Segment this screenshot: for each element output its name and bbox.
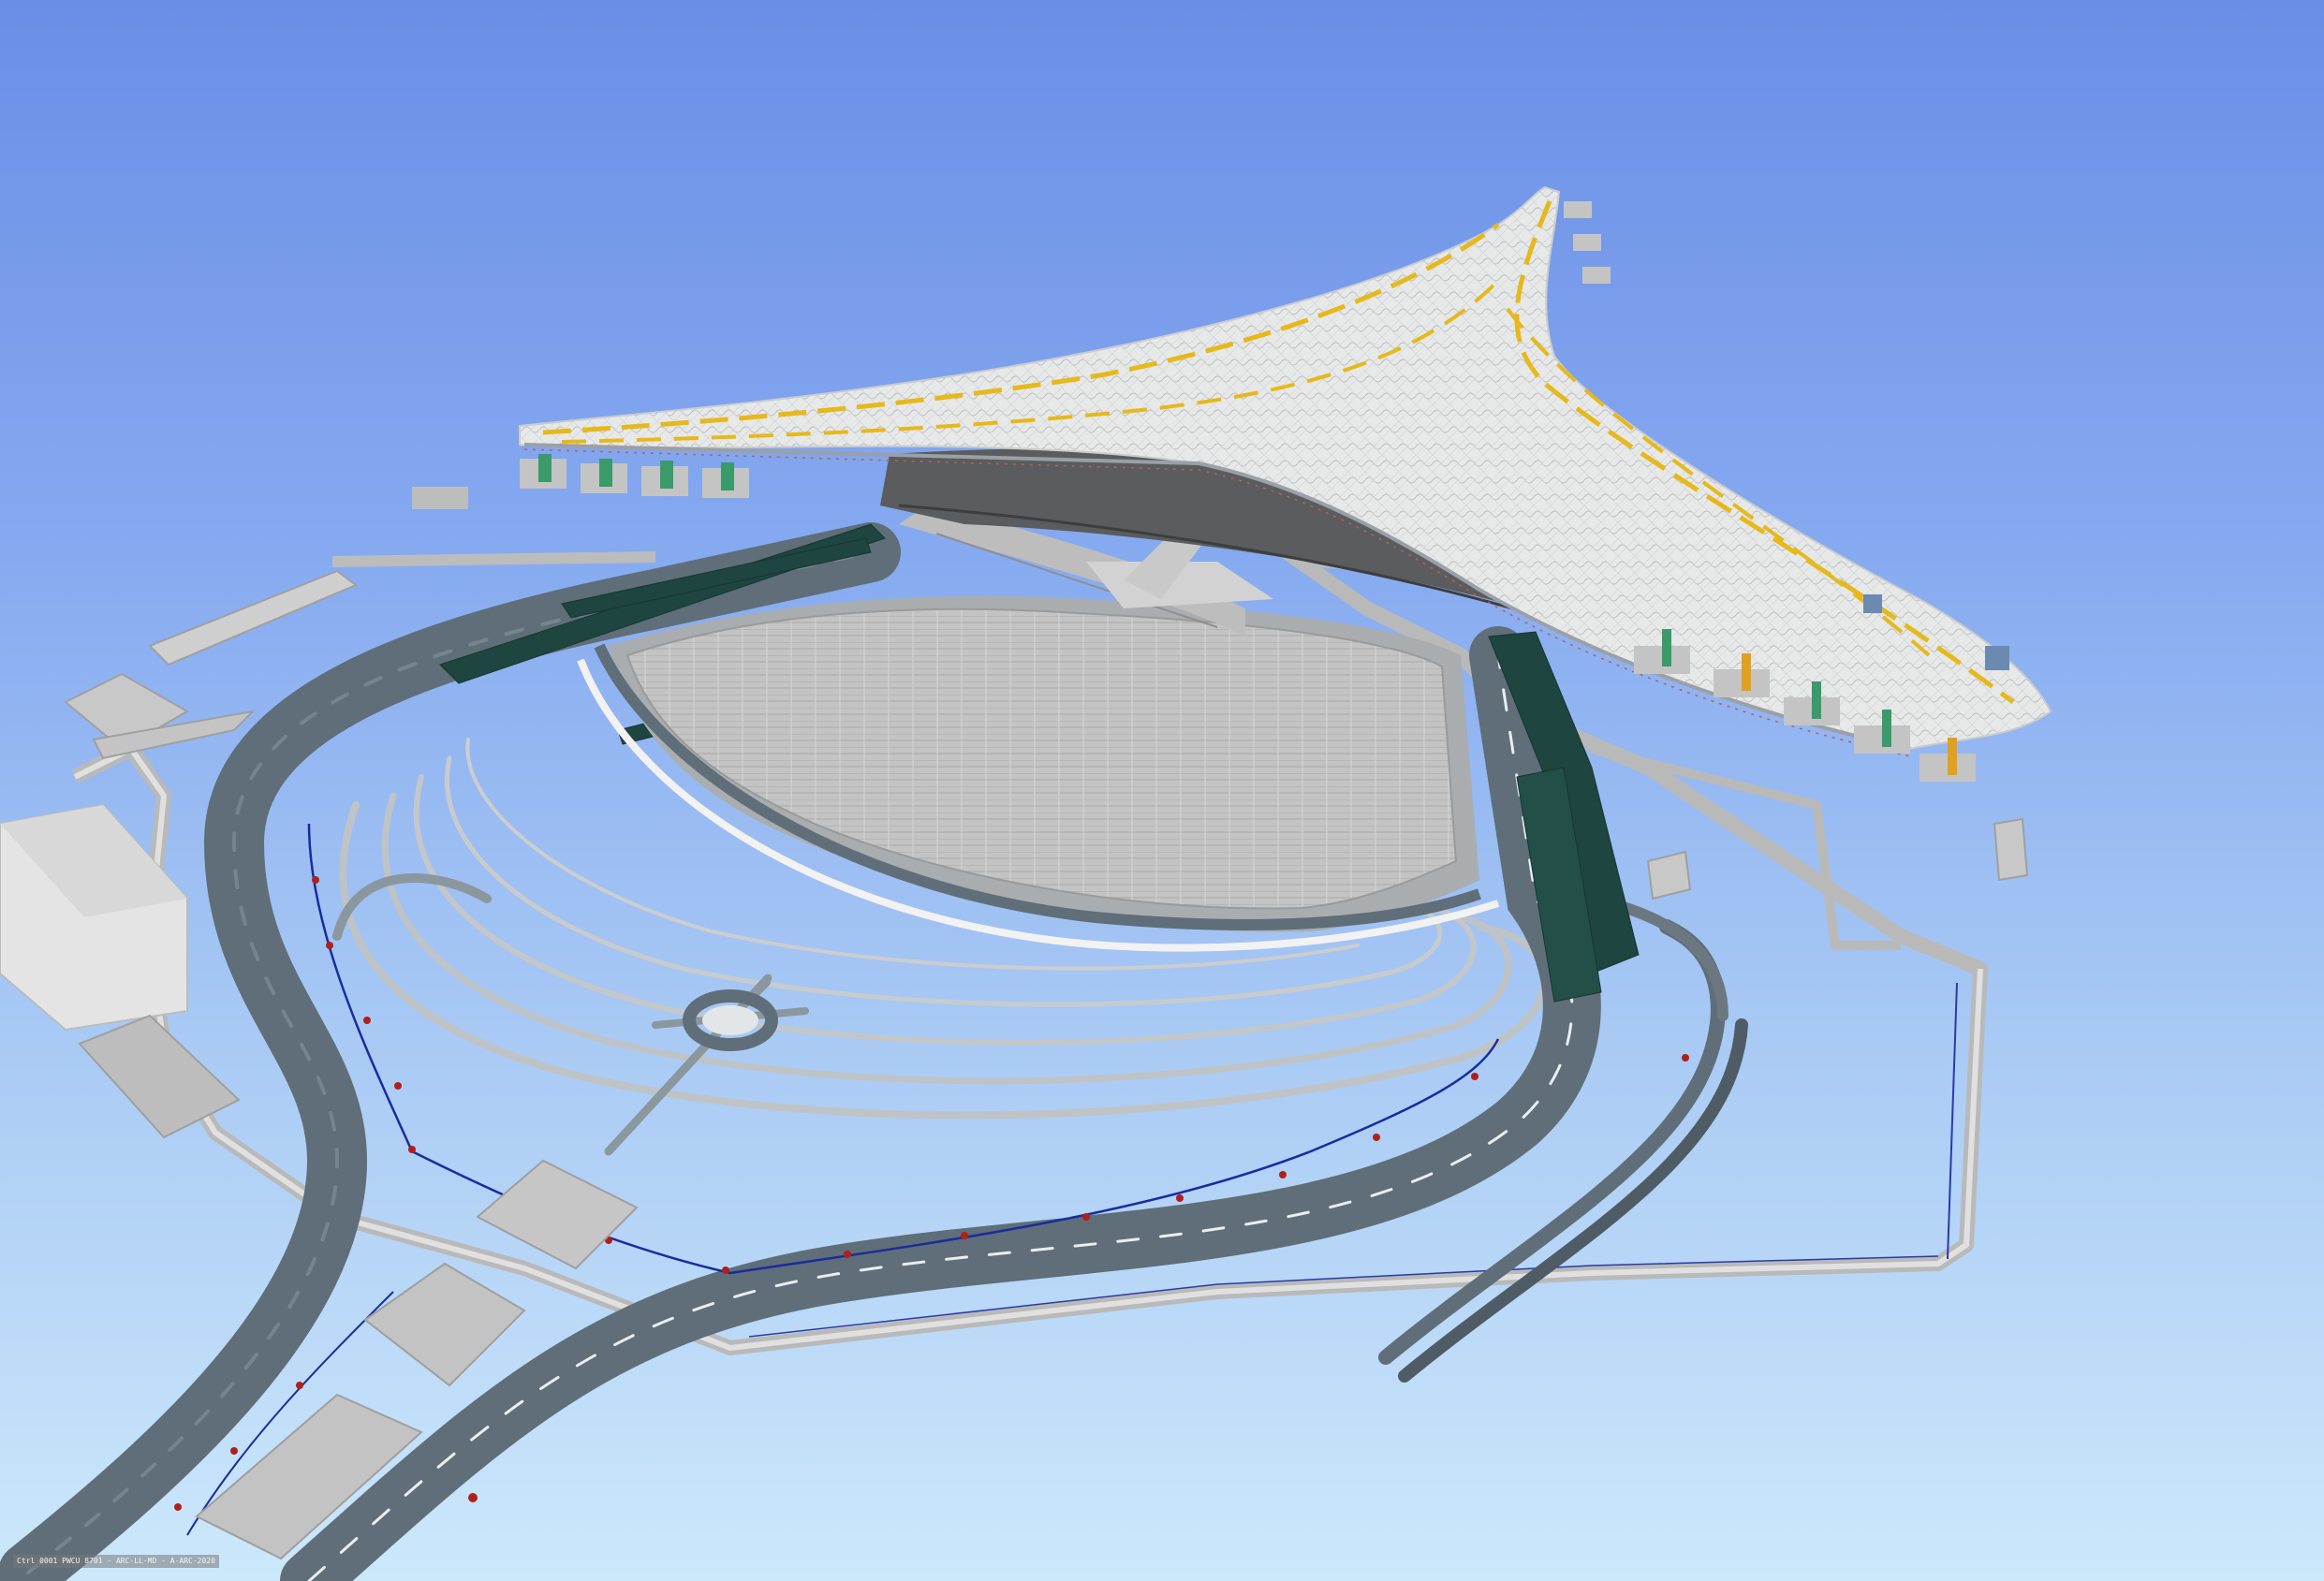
gate-pier: [1985, 646, 2009, 670]
gate-pier: [702, 462, 749, 498]
3d-model-viewport[interactable]: Ctrl 0001 PWCU 8701 - ARC-LL-MD - A-ARC-…: [0, 0, 2324, 1581]
gate-pier: [641, 461, 688, 496]
gate-pier: [1573, 234, 1601, 251]
gate-pier: [581, 459, 627, 493]
ancillary-building: [1993, 817, 2029, 882]
gate-pier: [520, 454, 566, 489]
gate-pier: [1863, 594, 1882, 613]
ancillary-building: [476, 1159, 639, 1270]
gate-pier: [1582, 267, 1611, 284]
ancillary-building: [363, 1262, 526, 1387]
ancillary-building: [1646, 850, 1692, 900]
airport-3d-model[interactable]: [0, 0, 2324, 1581]
ancillary-building: [148, 569, 358, 666]
gate-pier: [412, 487, 468, 509]
status-bar: Ctrl 0001 PWCU 8701 - ARC-LL-MD - A-ARC-…: [13, 1555, 219, 1568]
gate-pier: [1564, 201, 1592, 218]
